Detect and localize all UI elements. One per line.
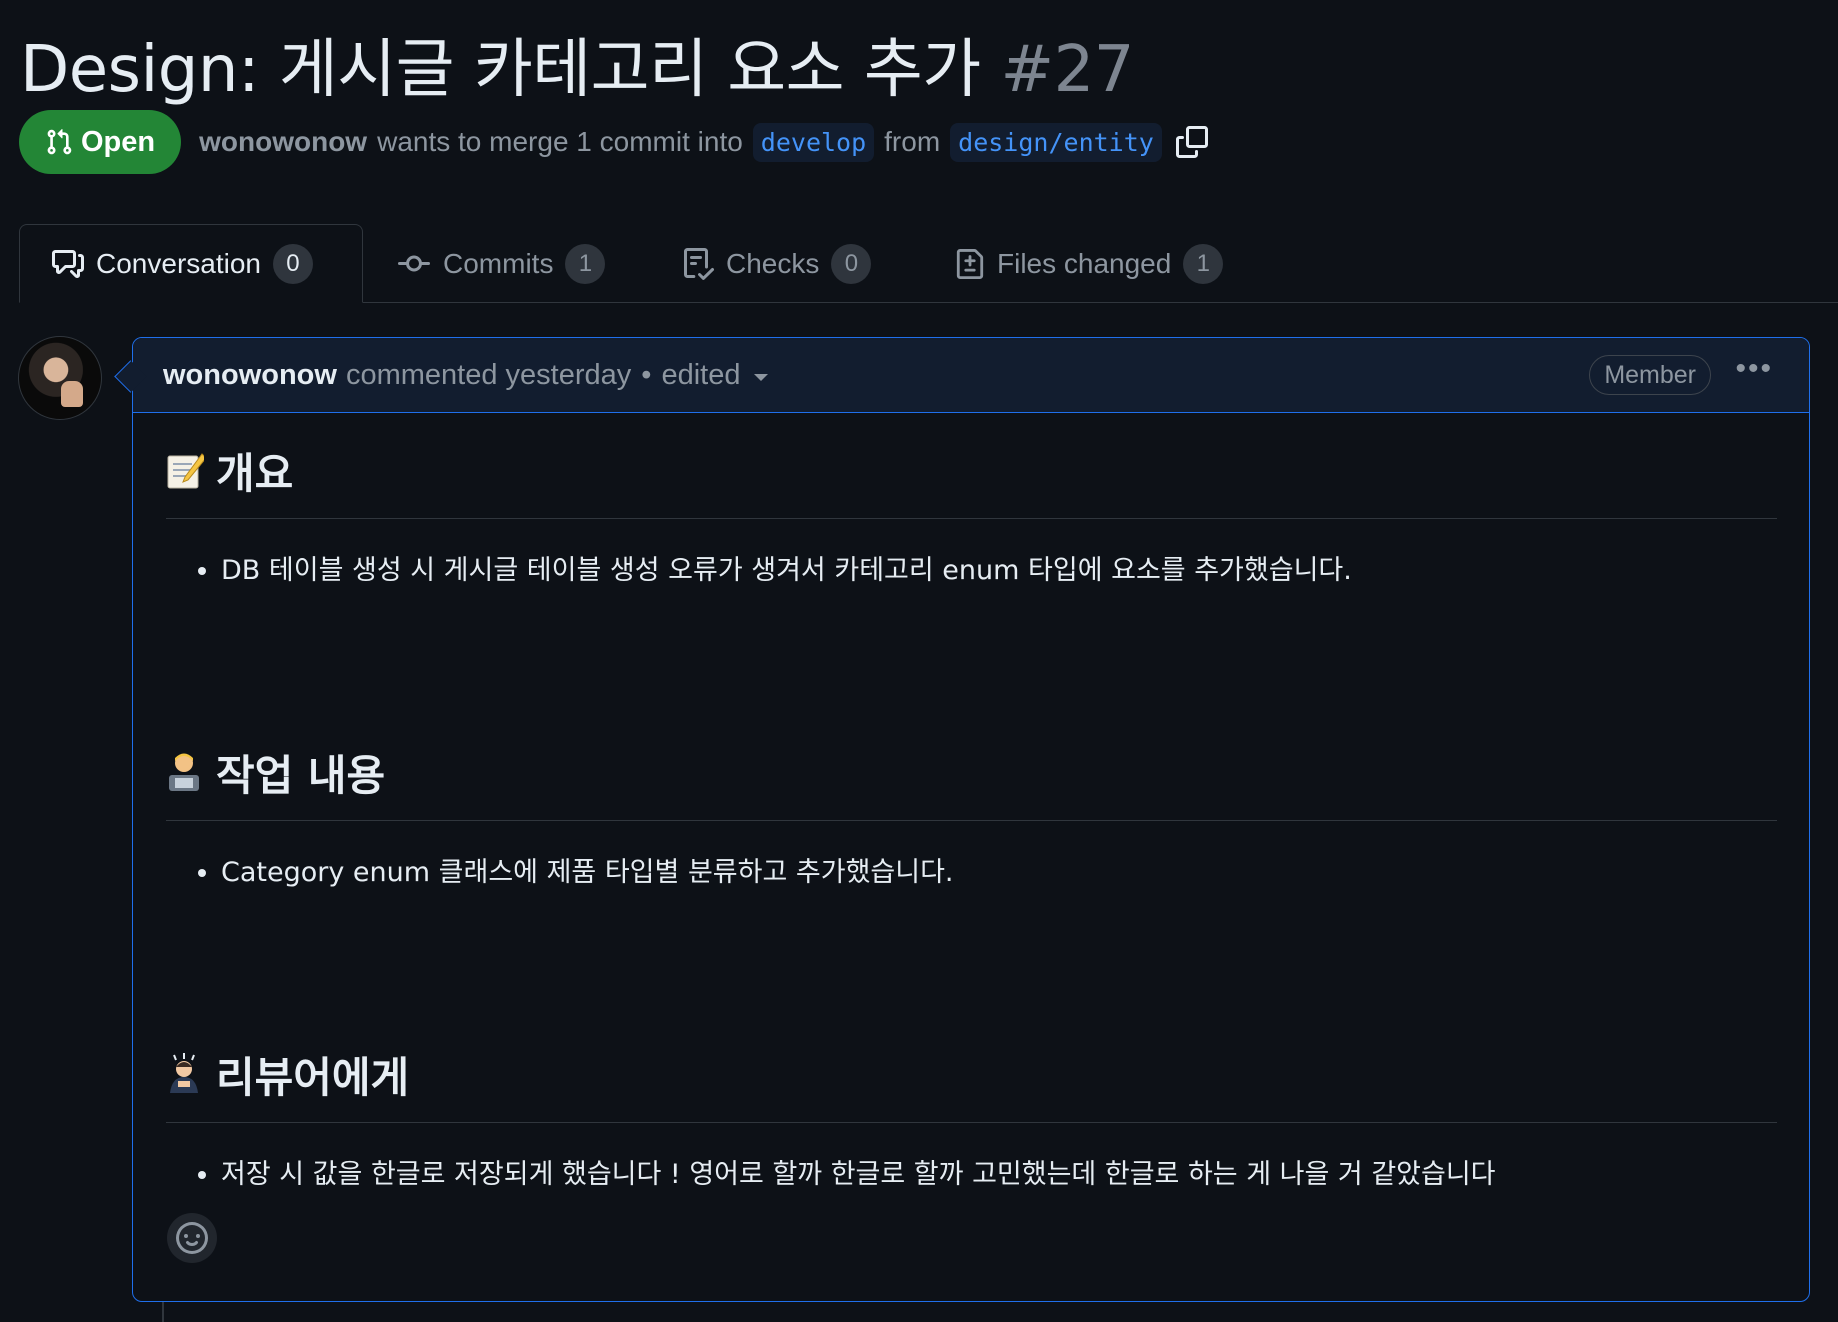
list-item: DB 테이블 생성 시 게시글 테이블 생성 오류가 생겨서 카테고리 enum… [221, 552, 1777, 590]
section-heading-overview: 개요 [166, 440, 1777, 519]
list-item: 저장 시 값을 한글로 저장되게 했습니다 ! 영어로 할까 한글로 할까 고민… [221, 1156, 1777, 1194]
avatar-thumb [61, 381, 83, 407]
person-bowing-emoji-icon [170, 1053, 198, 1094]
tab-checks-label: Checks [726, 247, 820, 279]
reviewer-list: 저장 시 값을 한글로 저장되게 했습니다 ! 영어로 할까 한글로 할까 고민… [166, 1156, 1777, 1194]
comment-timestamp[interactable]: commented yesterday [346, 359, 631, 392]
tab-commits-count: 1 [565, 243, 606, 284]
list-item: Category enum 클래스에 제품 타입별 분류하고 추가했습니다. [221, 854, 1777, 892]
tab-commits[interactable]: Commits 1 [397, 224, 606, 303]
pr-author-link[interactable]: wonowonow [199, 126, 367, 158]
technologist-emoji-icon [169, 753, 199, 792]
memo-emoji-icon [167, 452, 204, 488]
tab-checks[interactable]: Checks 0 [682, 224, 872, 303]
state-label: Open [81, 125, 156, 158]
base-branch[interactable]: develop [752, 122, 875, 162]
tab-conversation-label: Conversation [96, 247, 261, 279]
comment-body: 개요 DB 테이블 생성 시 게시글 테이블 생성 오류가 생겨서 카테고리 e… [133, 440, 1809, 1193]
timeline-connector [162, 1302, 164, 1322]
tab-conversation-count: 0 [272, 243, 313, 284]
tab-files-changed-label: Files changed [997, 247, 1172, 279]
tab-commits-label: Commits [443, 247, 554, 279]
separator-dot: • [641, 358, 652, 391]
edited-dropdown[interactable]: edited [661, 359, 740, 392]
comment-card: wonowonow commented yesterday • edited M… [132, 337, 1810, 1302]
git-commit-icon [398, 255, 430, 271]
kebab-horizontal-icon[interactable]: ••• [1735, 354, 1773, 384]
avatar[interactable] [18, 336, 102, 420]
comment-author[interactable]: wonowonow [163, 359, 337, 392]
tab-conversation[interactable]: Conversation 0 [19, 224, 363, 303]
section-heading-work: 작업 내용 [166, 742, 1777, 821]
member-badge: Member [1589, 355, 1711, 395]
add-reaction-button[interactable] [167, 1213, 217, 1263]
merge-summary: wonowonow wants to merge 1 commit into d… [199, 122, 1208, 162]
git-pull-request-icon [47, 129, 72, 155]
from-text: from [884, 126, 941, 157]
section-heading-text: 작업 내용 [216, 750, 386, 800]
smiley-icon [176, 1222, 208, 1254]
tab-files-changed-count: 1 [1183, 243, 1224, 284]
pr-number: #27 [1000, 33, 1134, 107]
tab-checks-count: 0 [831, 243, 872, 284]
file-diff-icon [956, 248, 984, 279]
section-heading-text: 개요 [216, 449, 294, 498]
caret-down-icon[interactable] [754, 373, 769, 381]
tab-files-changed[interactable]: Files changed 1 [955, 224, 1224, 303]
merge-text: wants to merge 1 commit into [377, 126, 743, 157]
comment-header: wonowonow commented yesterday • edited M… [133, 338, 1809, 413]
overview-list: DB 테이블 생성 시 게시글 테이블 생성 오류가 생겨서 카테고리 enum… [166, 552, 1777, 590]
pr-title-text: Design: 게시글 카테고리 요소 추가 [20, 33, 981, 107]
section-heading-text: 리뷰어에게 [216, 1052, 410, 1102]
comment-discussion-icon [52, 249, 84, 278]
work-list: Category enum 클래스에 제품 타입별 분류하고 추가했습니다. [166, 854, 1777, 892]
section-heading-reviewer: 리뷰어에게 [166, 1044, 1777, 1123]
pr-title: Design: 게시글 카테고리 요소 추가 #27 [20, 18, 1134, 110]
state-badge-open: Open [19, 110, 182, 174]
head-branch[interactable]: design/entity [950, 122, 1162, 162]
checklist-icon [684, 247, 714, 280]
pr-state-row: Open wonowonow wants to merge 1 commit i… [19, 110, 1208, 174]
copy-icon[interactable] [1175, 126, 1208, 158]
